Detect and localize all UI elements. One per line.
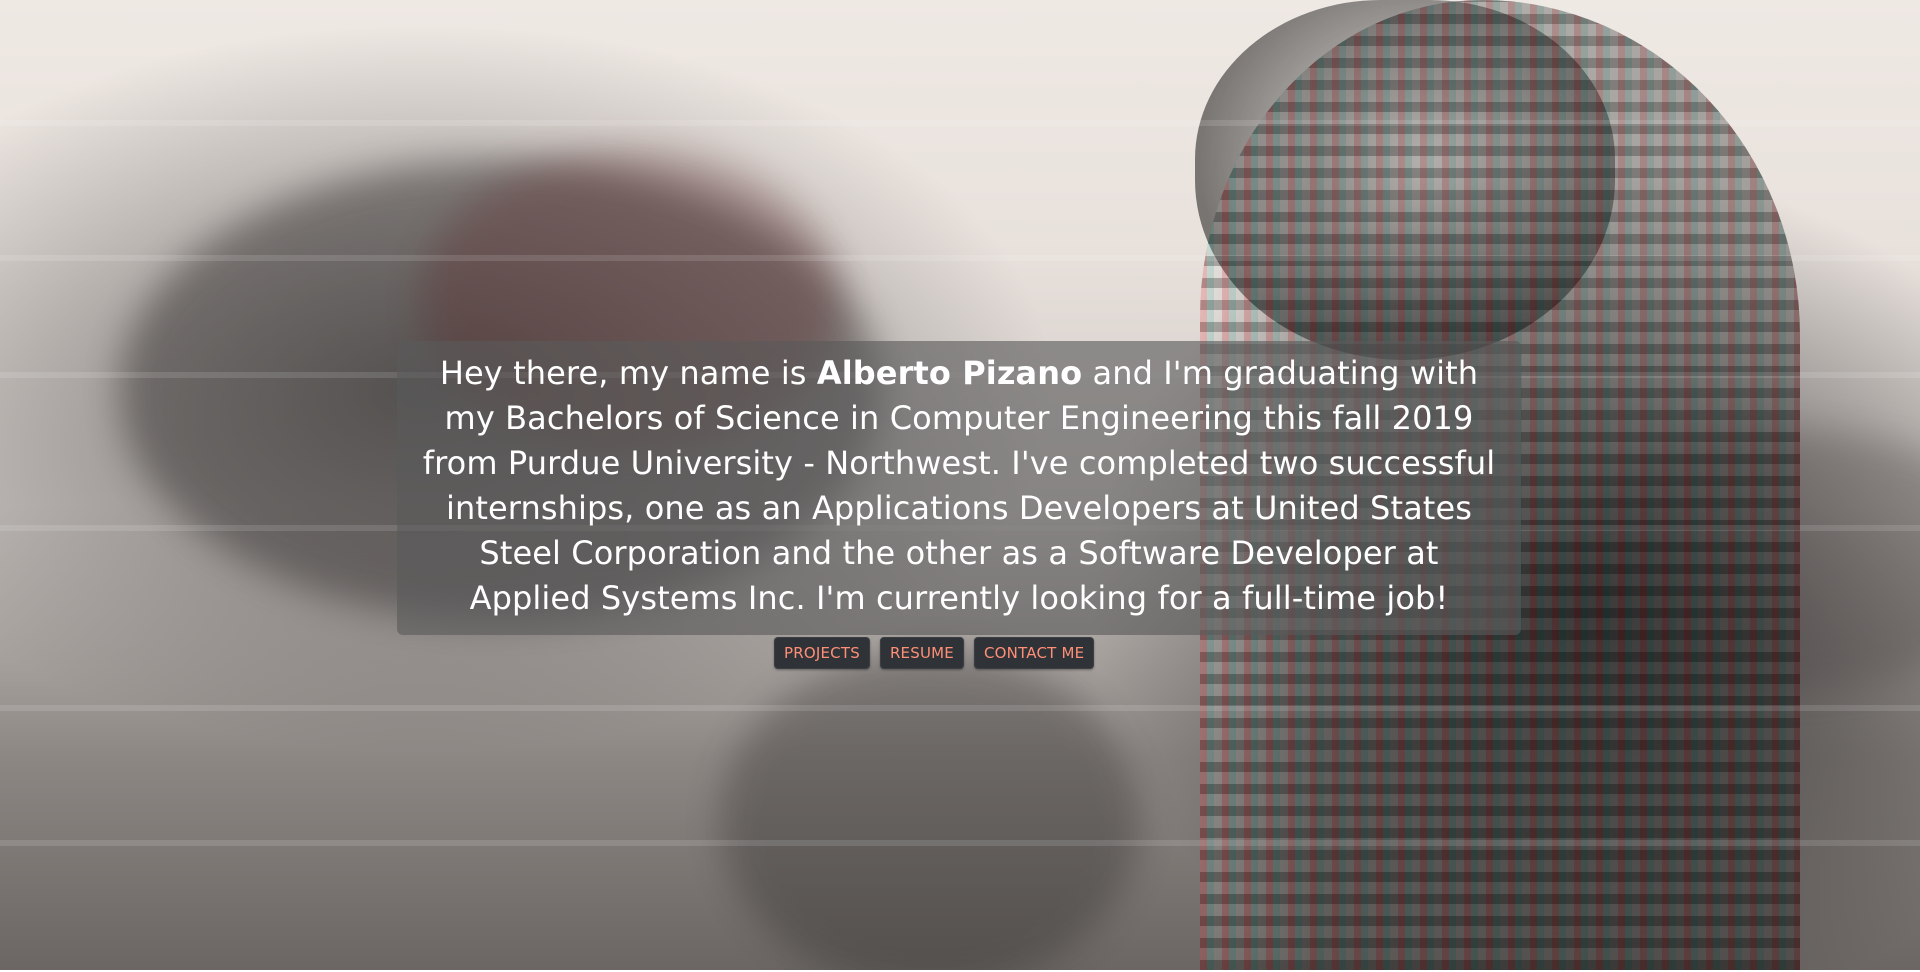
- intro-name: Alberto Pizano: [816, 354, 1083, 392]
- intro-card: Hey there, my name is Alberto Pizano and…: [397, 341, 1521, 635]
- hero-actions: PROJECTS RESUME CONTACT ME: [774, 637, 1095, 669]
- projects-button[interactable]: PROJECTS: [774, 637, 870, 669]
- intro-prefix: Hey there, my name is: [439, 354, 817, 392]
- intro-suffix: and I'm graduating with my Bachelors of …: [422, 354, 1496, 617]
- contact-me-button[interactable]: CONTACT ME: [973, 637, 1095, 669]
- hero-content: Hey there, my name is Alberto Pizano and…: [0, 0, 1920, 970]
- resume-button[interactable]: RESUME: [879, 637, 964, 669]
- hero-section: Hey there, my name is Alberto Pizano and…: [0, 0, 1920, 970]
